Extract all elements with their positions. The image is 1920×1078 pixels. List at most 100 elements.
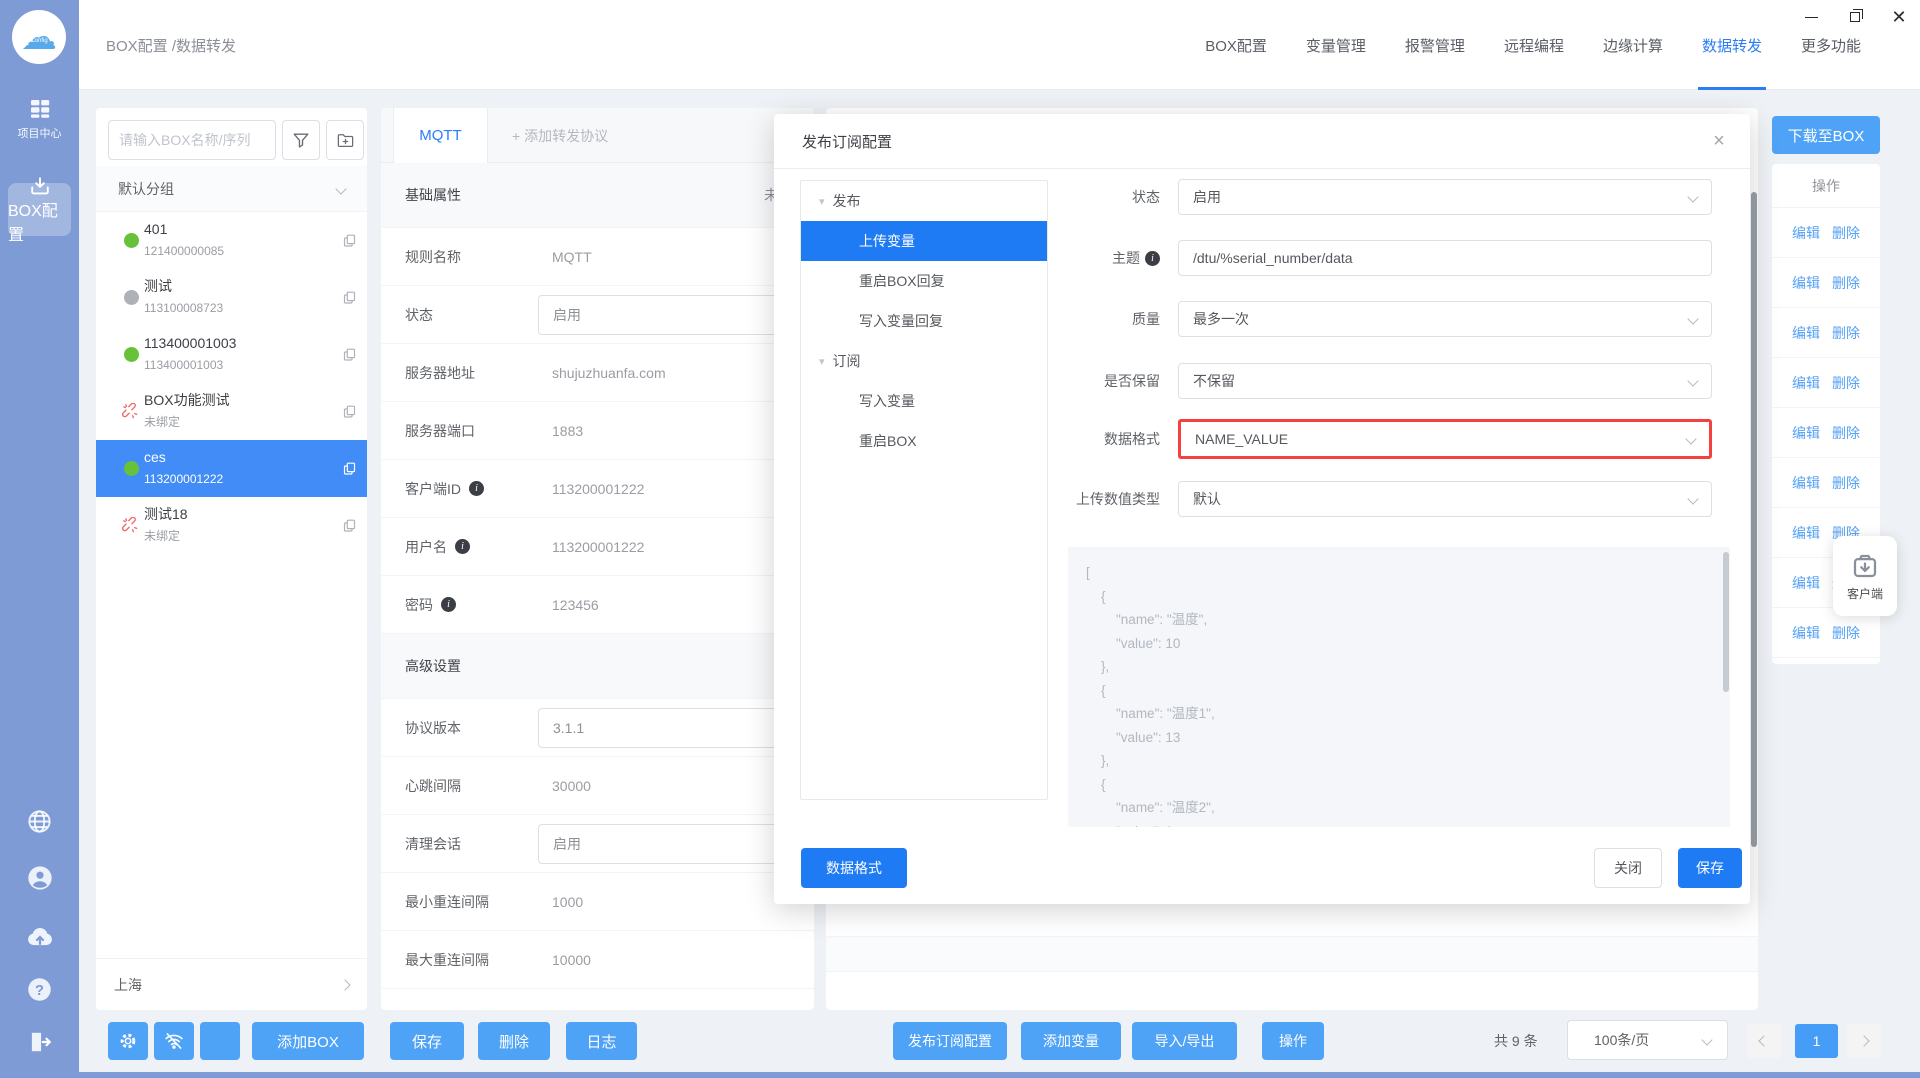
filter-button[interactable] [282,120,320,160]
modal-field-select[interactable]: NAME_VALUE [1178,419,1712,459]
rule-save-button[interactable]: 保存 [390,1022,464,1060]
online-dot [124,347,139,362]
delete-link[interactable]: 删除 [1832,223,1860,243]
field-label-text: 最大重连间隔 [405,951,489,968]
table-scrollbar[interactable] [1751,192,1757,847]
region-label: 上海 [114,976,142,993]
add-box-button[interactable]: 添加BOX [252,1022,364,1060]
box-list-item[interactable]: BOX功能测试 未绑定 [96,383,367,440]
current-page-button[interactable]: 1 [1795,1024,1838,1058]
modal-field-select[interactable]: 默认 [1178,481,1712,517]
next-page-button[interactable] [1847,1024,1881,1058]
app-logo[interactable]: ☁ Box Config [12,10,66,64]
delete-link[interactable]: 删除 [1832,623,1860,643]
info-icon[interactable]: i [441,597,456,612]
chevron-right-icon [1858,1035,1870,1047]
box-list-item[interactable]: 测试 113100008723 [96,269,367,326]
copy-icon[interactable] [342,347,357,362]
field-value: shujuzhuanfa.com [552,364,666,381]
modal-save-button[interactable]: 保存 [1678,848,1742,888]
copy-icon[interactable] [342,290,357,305]
download-to-box-button[interactable]: 下载至BOX [1772,116,1880,154]
info-icon[interactable]: i [1145,250,1160,266]
tab-mqtt[interactable]: MQTT [393,108,488,163]
json-scrollbar-thumb[interactable] [1723,552,1729,692]
group-header[interactable]: 默认分组 [96,166,367,212]
modal-close-button[interactable]: × [1706,128,1732,154]
globe-icon[interactable] [0,808,79,835]
tab-add-protocol[interactable]: + 添加转发协议 [488,108,632,163]
help-icon[interactable]: ? [0,976,79,1003]
minimize-button[interactable] [1798,4,1824,30]
box-list-item[interactable]: 测试18 未绑定 [96,497,367,554]
empty-table-row [826,936,1758,972]
copy-icon[interactable] [342,404,357,419]
delete-link[interactable]: 删除 [1832,373,1860,393]
rule-log-button[interactable]: 日志 [566,1022,637,1060]
prev-page-button[interactable] [1747,1024,1781,1058]
copy-icon[interactable] [342,518,357,533]
modal-field-select[interactable]: 启用 [1178,179,1712,215]
edit-link[interactable]: 编辑 [1792,473,1820,493]
rule-delete-button[interactable]: 删除 [478,1022,550,1060]
delete-link[interactable]: 删除 [1832,323,1860,343]
delete-link[interactable]: 删除 [1832,473,1860,493]
search-input[interactable] [108,120,276,160]
box-list-item[interactable]: 113400001003 113400001003 [96,326,367,383]
table-ops-button[interactable]: 操作 [1262,1022,1324,1060]
tab-报警管理[interactable]: 报警管理 [1405,0,1465,90]
user-icon[interactable] [0,864,79,892]
settings-button[interactable] [108,1022,148,1060]
tab-BOX配置[interactable]: BOX配置 [1205,0,1267,90]
tab-数据转发[interactable]: 数据转发 [1697,0,1767,90]
sidebar-item-project-center[interactable]: 项目中心 [0,96,79,141]
modal-field-input[interactable]: /dtu/%serial_number/data [1178,240,1712,276]
client-download-button[interactable]: 客户端 [1833,536,1897,616]
import-export-button[interactable]: 导入/导出 [1132,1022,1237,1060]
box-name: 113400001003 [144,335,237,351]
box-list-item[interactable]: ces 113200001222 [96,440,367,497]
network-offline-button[interactable] [154,1022,194,1060]
edit-link[interactable]: 编辑 [1792,623,1820,643]
tab-边缘计算[interactable]: 边缘计算 [1603,0,1663,90]
modal-field-select[interactable]: 不保留 [1178,363,1712,399]
form-row: 服务器端口 1883 [381,402,814,460]
edit-link[interactable]: 编辑 [1792,573,1820,593]
publish-subscribe-config-button[interactable]: 发布订阅配置 [893,1022,1007,1060]
field-select[interactable]: 启用 [538,294,805,335]
close-icon: ✕ [1891,7,1907,27]
restore-button[interactable] [1842,4,1868,30]
info-icon[interactable]: i [455,539,470,554]
panel-footer-region[interactable]: 上海 [96,958,367,1010]
edit-link[interactable]: 编辑 [1792,323,1820,343]
form-section-header: 高级设置 [381,634,814,699]
copy-icon[interactable] [342,461,357,476]
add-variable-button[interactable]: 添加变量 [1021,1022,1121,1060]
json-preview[interactable]: [ { "name": "温度", "value": 10 }, { "name… [1068,547,1730,827]
field-select[interactable]: 启用 [538,823,805,864]
box-list-item[interactable]: 401 121400000085 [96,212,367,269]
delete-link[interactable]: 删除 [1832,423,1860,443]
sidebar-item-box-config[interactable]: BOX配置 [8,176,71,244]
edit-link[interactable]: 编辑 [1792,423,1820,443]
modal-field-select[interactable]: 最多一次 [1178,301,1712,337]
exit-icon[interactable] [0,1029,79,1055]
tab-变量管理[interactable]: 变量管理 [1306,0,1366,90]
data-format-button[interactable]: 数据格式 [801,848,907,888]
unknown-icon-button[interactable] [200,1022,240,1060]
tab-远程编程[interactable]: 远程编程 [1504,0,1564,90]
edit-link[interactable]: 编辑 [1792,373,1820,393]
edit-link[interactable]: 编辑 [1792,523,1820,543]
edit-link[interactable]: 编辑 [1792,273,1820,293]
field-label-text: 规则名称 [405,248,461,265]
info-icon[interactable]: i [469,481,484,496]
field-select[interactable]: 3.1.1 [538,707,805,748]
copy-icon[interactable] [342,233,357,248]
edit-link[interactable]: 编辑 [1792,223,1820,243]
close-button[interactable]: ✕ [1886,4,1912,30]
delete-link[interactable]: 删除 [1832,273,1860,293]
cloud-upload-icon[interactable] [0,922,79,952]
modal-close-footer-button[interactable]: 关闭 [1594,848,1662,888]
add-group-button[interactable] [326,120,364,160]
page-size-select[interactable]: 100条/页 [1567,1020,1728,1060]
